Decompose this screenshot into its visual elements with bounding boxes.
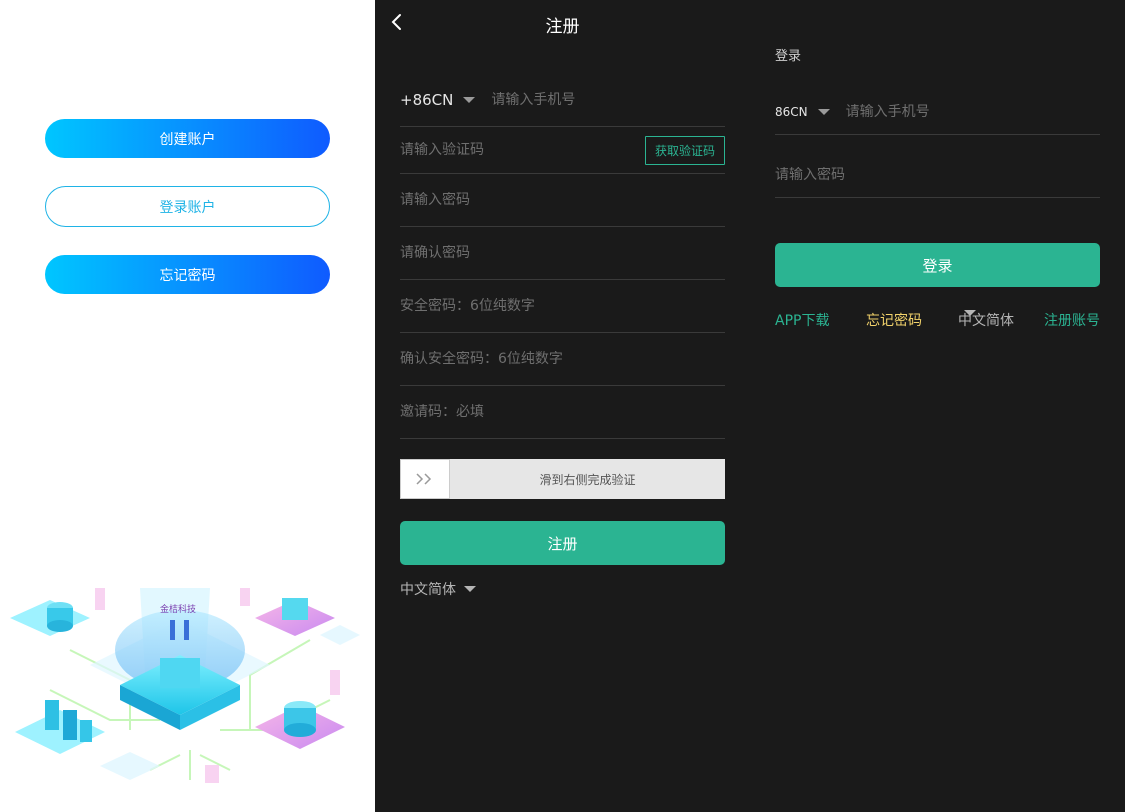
create-account-button[interactable]: 创建账户 xyxy=(45,119,330,158)
double-chevron-right-icon xyxy=(416,473,432,485)
welcome-panel: 创建账户 登录账户 忘记密码 金桔科技 xyxy=(0,0,375,812)
login-submit-button[interactable]: 登录 xyxy=(775,243,1100,287)
invite-code-input[interactable] xyxy=(400,404,725,420)
slider-handle[interactable] xyxy=(400,459,450,499)
password-input[interactable] xyxy=(400,192,725,208)
caret-down-icon xyxy=(463,97,476,103)
forgot-password-button[interactable]: 忘记密码 xyxy=(45,255,330,294)
phone-input[interactable] xyxy=(491,92,725,108)
slide-verify: 滑到右侧完成验证 xyxy=(400,459,725,499)
country-code-value: +86CN xyxy=(400,91,454,109)
phone-field: +86CN xyxy=(400,74,725,127)
illustration-brand-text: 金桔科技 xyxy=(160,603,196,615)
login-title: 登录 xyxy=(775,49,802,64)
login-footer-links: APP下载 忘记密码 中文简体 注册账号 xyxy=(775,310,1100,330)
caret-down-icon xyxy=(464,586,476,592)
register-submit-button[interactable]: 注册 xyxy=(400,521,725,565)
page-title: 注册 xyxy=(545,17,580,37)
login-panel: 登录 86CN 登录 APP下载 忘记密码 中文简体 注册账号 xyxy=(750,0,1125,812)
caret-down-icon xyxy=(964,310,976,316)
get-code-button[interactable]: 获取验证码 xyxy=(644,135,725,165)
security-password-input[interactable] xyxy=(400,298,725,314)
verification-code-input[interactable] xyxy=(400,142,645,158)
slider-hint: 滑到右侧完成验证 xyxy=(539,472,636,487)
password-field xyxy=(400,174,725,227)
login-password-field xyxy=(775,152,1100,198)
register-account-link[interactable]: 注册账号 xyxy=(1044,310,1100,330)
login-account-button[interactable]: 登录账户 xyxy=(45,186,330,227)
confirm-password-input[interactable] xyxy=(400,245,725,261)
country-code-select[interactable]: +86CN xyxy=(400,91,476,109)
confirm-password-field xyxy=(400,227,725,280)
language-value: 中文简体 xyxy=(400,582,456,598)
forgot-password-link[interactable]: 忘记密码 xyxy=(866,310,922,330)
verification-code-field: 获取验证码 xyxy=(400,127,725,174)
language-select[interactable]: 中文简体 xyxy=(400,579,476,599)
login-password-input[interactable] xyxy=(775,166,1100,183)
app-download-link[interactable]: APP下载 xyxy=(775,310,829,330)
login-phone-field: 86CN xyxy=(775,89,1100,135)
confirm-security-password-input[interactable] xyxy=(400,351,725,367)
security-password-field xyxy=(400,280,725,333)
invite-code-field xyxy=(400,386,725,439)
isometric-tech-illustration: 金桔科技 xyxy=(10,588,360,783)
caret-down-icon xyxy=(817,108,830,115)
confirm-security-password-field xyxy=(400,333,725,386)
login-country-code-select[interactable]: 86CN xyxy=(775,105,830,119)
login-phone-input[interactable] xyxy=(845,103,1100,120)
login-country-code-value: 86CN xyxy=(775,104,808,119)
register-panel: 注册 +86CN 获取验证码 滑到右侧完成验证 注册 中文简体 xyxy=(375,0,750,812)
